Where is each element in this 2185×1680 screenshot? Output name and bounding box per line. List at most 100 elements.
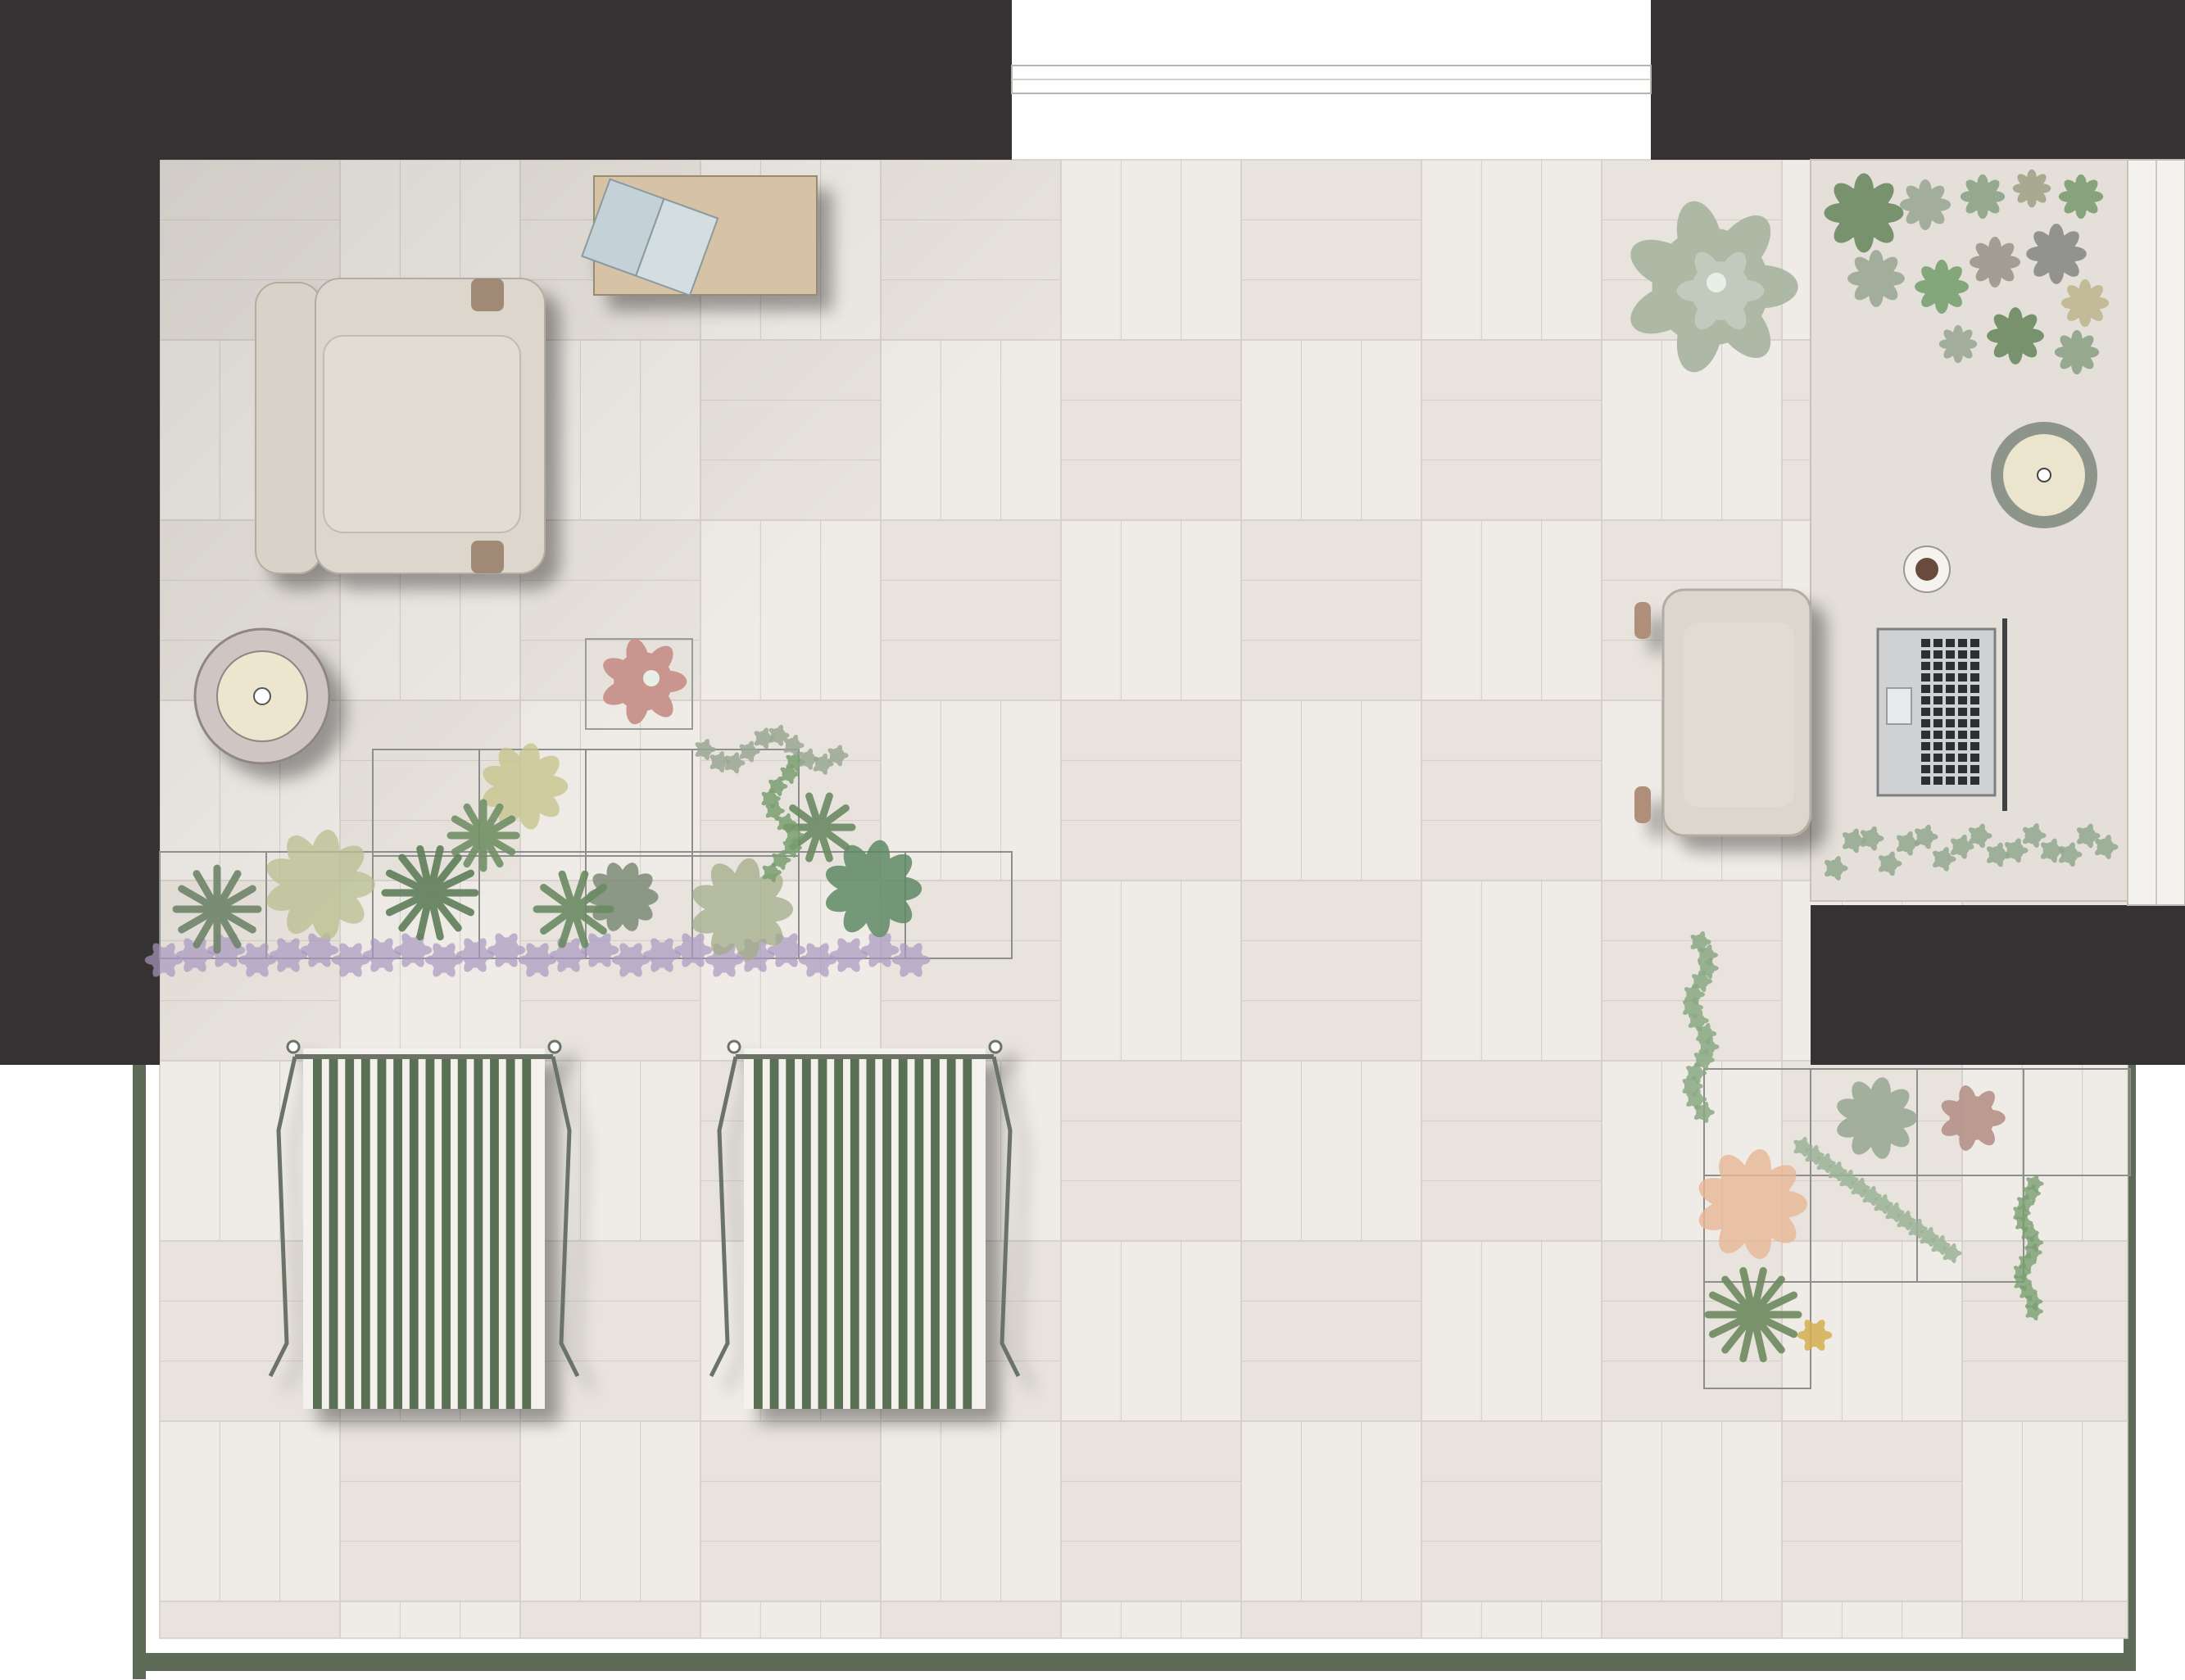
laptop-key xyxy=(1921,765,1930,773)
floor-tile xyxy=(519,1240,701,1422)
floor-tile xyxy=(1421,159,1602,341)
foliage-leaf xyxy=(838,753,849,758)
floor-tile xyxy=(1961,1240,2128,1422)
laptop-key xyxy=(1933,650,1942,659)
floor-tile xyxy=(700,1420,882,1602)
laptop-key xyxy=(1946,650,1955,659)
lounger-slat xyxy=(345,1057,355,1409)
desk-potted-plant xyxy=(2058,174,2104,220)
desk-potted-plant xyxy=(1938,324,1978,364)
foliage-leaf xyxy=(705,746,716,753)
laptop-key xyxy=(1946,708,1955,716)
desk-potted-plant xyxy=(2054,329,2100,375)
foliage-leaf xyxy=(1693,1004,1703,1011)
lounger-slat xyxy=(963,1057,972,1409)
lounger-slat xyxy=(818,1057,827,1409)
laptop-key xyxy=(1946,742,1955,750)
floor-tile xyxy=(1060,1601,1242,1639)
lounger-slat xyxy=(457,1057,467,1409)
lounger-slat xyxy=(898,1057,908,1409)
terrace-floor-plan xyxy=(0,0,2185,1679)
laptop-key xyxy=(1933,742,1942,750)
foliage-leaf xyxy=(792,845,802,851)
succulent-center xyxy=(643,670,660,686)
lounger-slat xyxy=(834,1057,844,1409)
laptop-key xyxy=(1958,765,1967,773)
laptop-key xyxy=(1958,754,1967,762)
desk-potted-plant xyxy=(2012,169,2051,208)
desk-potted-plant xyxy=(1899,179,1952,231)
foliage-leaf xyxy=(779,732,790,739)
floor-tile xyxy=(1961,1420,2128,1602)
floor-tile xyxy=(1060,159,1242,341)
lounger-slat xyxy=(850,1057,859,1409)
sun-lounger-left xyxy=(268,1039,580,1409)
foliage-leaf xyxy=(1697,1070,1707,1076)
laptop-key xyxy=(1921,673,1930,682)
laptop-key xyxy=(1921,685,1930,693)
lounger-knob xyxy=(547,1039,562,1054)
floor-tile xyxy=(1781,1420,1963,1602)
lounger-slat xyxy=(522,1057,532,1409)
lounger-slat xyxy=(882,1057,891,1409)
foliage-leaf xyxy=(790,771,800,777)
laptop-key xyxy=(1921,719,1930,727)
foliage-leaf xyxy=(1699,1017,1709,1024)
laptop-key xyxy=(1933,754,1942,762)
floor-tile xyxy=(1060,339,1242,521)
foliage-leaf xyxy=(2028,1260,2037,1265)
floor-tile xyxy=(1240,339,1422,521)
laptop-key xyxy=(1958,673,1967,682)
railing-bottom xyxy=(133,1653,2136,1671)
floor-tile xyxy=(519,1601,701,1639)
lounger-slat xyxy=(769,1057,779,1409)
foliage-leaf xyxy=(2017,847,2029,854)
floor-tile xyxy=(1060,700,1242,881)
laptop-key xyxy=(1946,754,1955,762)
laptop-key xyxy=(1933,685,1942,693)
laptop-key xyxy=(1921,650,1930,659)
laptop-key xyxy=(1921,754,1930,762)
laptop-key xyxy=(1933,673,1942,682)
side-table xyxy=(193,627,331,765)
lounger-slat xyxy=(866,1057,876,1409)
laptop-icon xyxy=(1876,618,2007,811)
foliage-leaf xyxy=(1945,855,1956,863)
laptop-key xyxy=(1970,742,1979,750)
laptop-key xyxy=(1958,742,1967,750)
floor-tile xyxy=(1421,1240,1602,1422)
laptop-key xyxy=(1933,696,1942,704)
laptop-key xyxy=(1946,639,1955,647)
desk-potted-plant xyxy=(1969,236,2021,288)
foliage-leaf xyxy=(2034,1309,2043,1314)
floor-tile xyxy=(1240,1240,1422,1422)
foliage-leaf xyxy=(796,832,805,839)
wall-west xyxy=(0,0,160,1065)
floor-tile xyxy=(1060,519,1242,701)
foliage-leaf xyxy=(773,869,782,876)
lounger-slat xyxy=(505,1057,515,1409)
foliage-leaf xyxy=(1697,1096,1707,1103)
foliage-leaf xyxy=(750,749,760,754)
foliage-leaf xyxy=(782,857,791,863)
foliage-leaf xyxy=(1981,832,1992,840)
wall-north-right xyxy=(1651,0,2185,160)
foliage-leaf xyxy=(2071,851,2083,858)
foliage-leaf xyxy=(1708,965,1719,971)
laptop-key xyxy=(1958,650,1967,659)
foliage-leaf xyxy=(1952,1250,1962,1257)
laptop-key xyxy=(1946,696,1955,704)
floor-tile xyxy=(1601,1601,1783,1639)
laptop-key xyxy=(1970,765,1979,773)
floor-tile xyxy=(880,1601,1062,1639)
foliage-leaf xyxy=(794,742,805,749)
wall-east-lower xyxy=(1811,905,2185,1065)
floor-tile xyxy=(1060,1060,1242,1242)
desk-potted-plant xyxy=(2026,224,2087,284)
foliage-leaf xyxy=(1701,939,1711,945)
lounger-slat xyxy=(914,1057,924,1409)
laptop-key xyxy=(1970,696,1979,704)
laptop-key xyxy=(1921,742,1930,750)
laptop-key xyxy=(1933,719,1942,727)
laptop-key xyxy=(1970,708,1979,716)
